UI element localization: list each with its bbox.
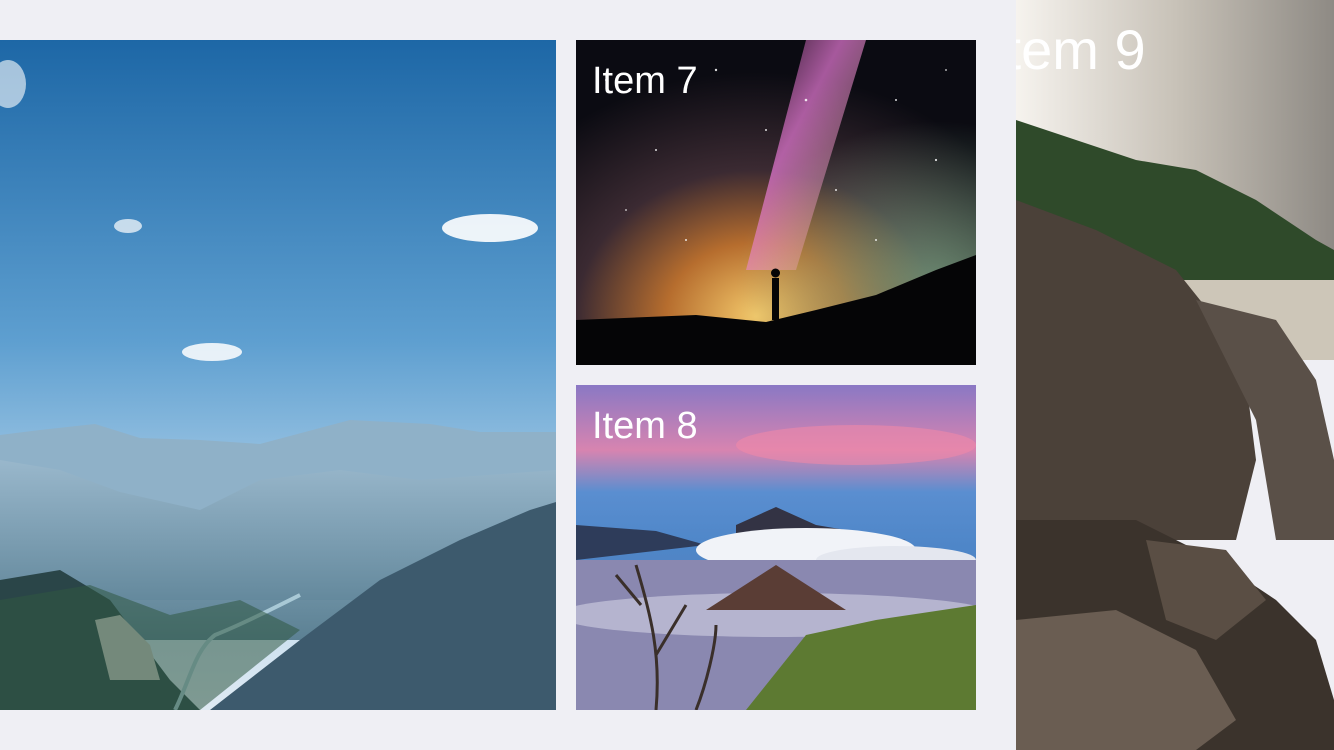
gallery-item-mountain-photo[interactable] [0, 40, 556, 710]
gallery-item-7[interactable]: Item 7 [576, 40, 976, 365]
item-label: Item 9 [1016, 18, 1146, 81]
gallery-item-9[interactable]: Item 9 [1016, 0, 1334, 750]
rocky-shore-image [1016, 0, 1334, 750]
mountain-valley-image [0, 40, 556, 710]
gallery-item-8[interactable]: Item 8 [576, 385, 976, 710]
item-label: Item 7 [592, 60, 698, 102]
item-label: Item 8 [592, 405, 698, 447]
